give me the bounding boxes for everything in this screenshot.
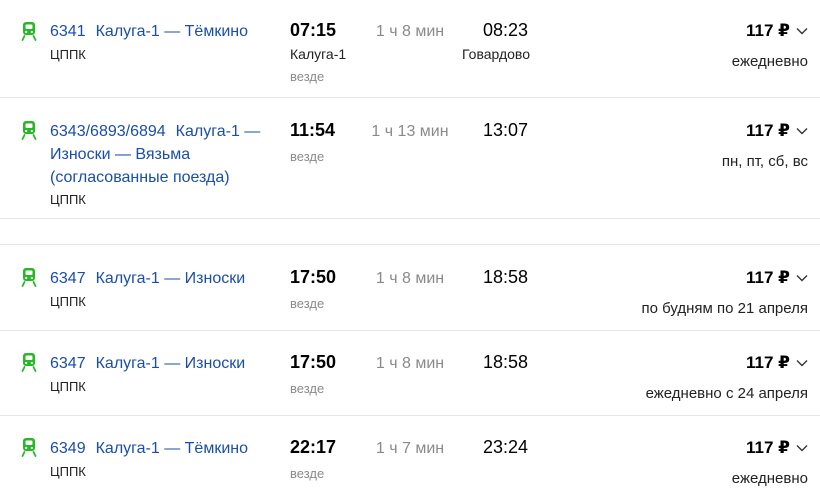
departure-time: 17:50: [290, 267, 337, 287]
train-title-link[interactable]: 6349 Калуга-1 — Тёмкино: [50, 437, 280, 460]
duration: 1 ч 8 мин: [375, 270, 445, 287]
arrival-time: 18:58: [483, 267, 529, 287]
carrier-label: ЦППК: [50, 294, 86, 309]
chevron-down-icon[interactable]: [796, 444, 808, 452]
carrier-label: ЦППК: [50, 192, 86, 207]
train-number: 6343/6893/6894: [50, 123, 166, 140]
chevron-down-icon[interactable]: [796, 27, 808, 35]
price-button[interactable]: 117 ₽: [746, 268, 790, 288]
duration: 1 ч 13 мин: [371, 123, 449, 140]
train-icon: [20, 21, 38, 41]
row-divider: [0, 218, 820, 219]
train-number: 6349: [50, 440, 86, 457]
ticket-sale-note: везде: [290, 466, 325, 481]
train-row-6343[interactable]: 6343/6893/6894 Калуга-1 — Износки — Вязьм…: [0, 98, 820, 218]
price-button[interactable]: 117 ₽: [746, 353, 790, 373]
route-name: Калуга-1 —: [175, 123, 261, 140]
arrival-time: 08:23: [483, 20, 529, 40]
schedule-days: по будням по 21 апреля: [641, 300, 808, 317]
arrival-time: 18:58: [483, 352, 529, 372]
train-title-link[interactable]: 6341 Калуга-1 — Тёмкино: [50, 20, 280, 43]
ticket-sale-note: везде: [290, 296, 325, 311]
departure-time: 17:50: [290, 352, 337, 372]
price-button[interactable]: 117 ₽: [746, 121, 790, 141]
schedule-days: ежедневно с 24 апреля: [645, 385, 808, 402]
route-note: (согласованные поезда): [50, 169, 230, 186]
arrival-station: Говардово: [462, 46, 530, 62]
arrival-time: 13:07: [483, 120, 529, 140]
duration: 1 ч 8 мин: [375, 23, 445, 40]
schedule-days: пн, пт, сб, вс: [721, 153, 808, 170]
train-icon: [20, 437, 38, 457]
route-name: Калуга-1 — Тёмкино: [95, 440, 248, 457]
carrier-label: ЦППК: [50, 379, 86, 394]
chevron-down-icon[interactable]: [796, 274, 808, 282]
price-button[interactable]: 117 ₽: [746, 21, 790, 41]
train-number: 6347: [50, 270, 86, 287]
route-name-line2: Износки — Вязьма: [50, 146, 191, 163]
departure-time: 11:54: [290, 120, 336, 140]
departure-time: 07:15: [290, 20, 337, 40]
ticket-sale-note: везде: [290, 149, 325, 164]
train-row-6347-weekdays[interactable]: 6347 Калуга-1 — Износки ЦППК 17:50 везде …: [0, 245, 820, 330]
train-number: 6341: [50, 23, 86, 40]
carrier-label: ЦППК: [50, 464, 86, 479]
chevron-down-icon[interactable]: [796, 359, 808, 367]
ticket-sale-note: везде: [290, 69, 325, 84]
train-icon: [20, 352, 38, 372]
train-row-6349[interactable]: 6349 Калуга-1 — Тёмкино ЦППК 22:17 везде …: [0, 416, 820, 494]
ticket-sale-note: везде: [290, 381, 325, 396]
train-title-link[interactable]: 6347 Калуга-1 — Износки: [50, 352, 280, 375]
arrival-time: 23:24: [483, 437, 529, 457]
train-number: 6347: [50, 355, 86, 372]
train-row-6341[interactable]: 6341 Калуга-1 — Тёмкино ЦППК 07:15 Калуга…: [0, 0, 820, 97]
train-icon: [20, 120, 38, 140]
train-title-link[interactable]: 6347 Калуга-1 — Износки: [50, 267, 280, 290]
departure-station: Калуга-1: [290, 46, 347, 62]
route-name: Калуга-1 — Износки: [95, 270, 246, 287]
schedule-days: ежедневно: [731, 53, 808, 70]
price-button[interactable]: 117 ₽: [746, 438, 790, 458]
route-name: Калуга-1 — Износки: [95, 355, 246, 372]
departure-time: 22:17: [290, 437, 337, 457]
route-name: Калуга-1 — Тёмкино: [95, 23, 248, 40]
train-title-link[interactable]: 6343/6893/6894 Калуга-1 — Износки — Вязьм…: [50, 120, 280, 189]
train-icon: [20, 267, 38, 287]
duration: 1 ч 7 мин: [375, 440, 445, 457]
schedule-days: ежедневно: [731, 470, 808, 487]
duration: 1 ч 8 мин: [375, 355, 445, 372]
chevron-down-icon[interactable]: [796, 127, 808, 135]
carrier-label: ЦППК: [50, 47, 86, 62]
train-row-6347-daily[interactable]: 6347 Калуга-1 — Износки ЦППК 17:50 везде …: [0, 331, 820, 415]
